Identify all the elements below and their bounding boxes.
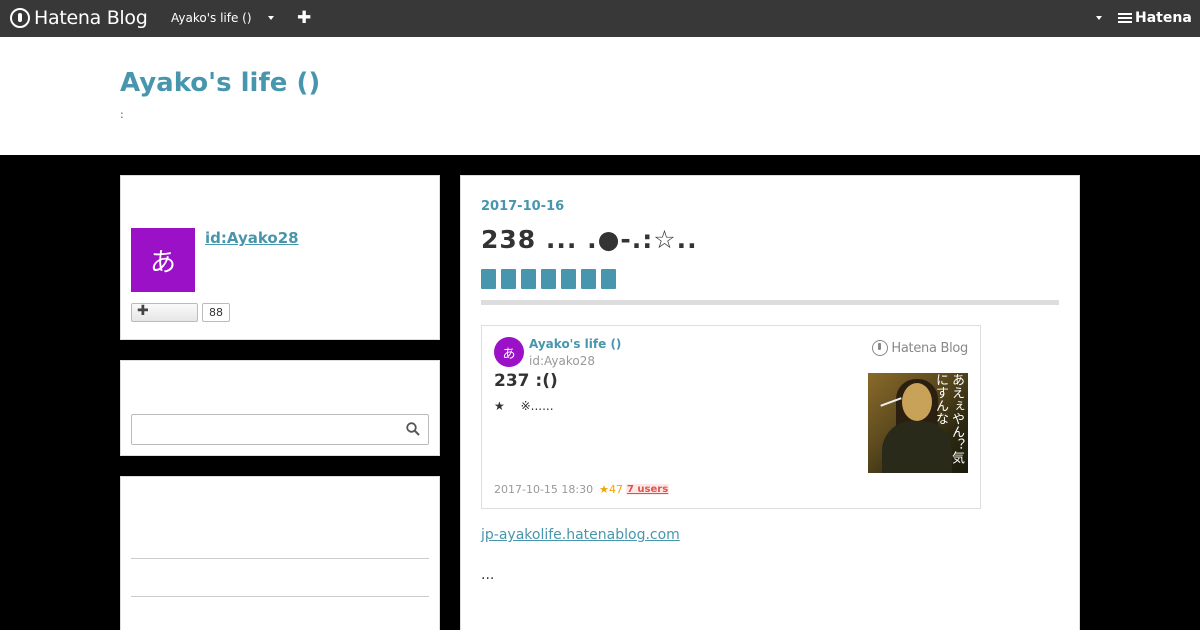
article-date[interactable]: 2017-10-16 — [481, 199, 564, 214]
divider — [481, 300, 1059, 305]
hatena-mark-icon — [1118, 13, 1132, 23]
thumbnail-face — [902, 383, 932, 421]
category-tag[interactable] — [541, 269, 556, 289]
hatena-blog-logo-text: Hatena Blog — [34, 7, 148, 29]
follower-count: 88 — [202, 303, 230, 322]
article-body: ... — [481, 567, 495, 583]
embed-card[interactable]: あ Ayako's life () id:Ayako28 Hatena Blog… — [481, 325, 981, 509]
hatena-logo[interactable]: Hatena — [1118, 10, 1192, 26]
search-icon[interactable] — [406, 422, 420, 436]
embed-user-id: id:Ayako28 — [529, 354, 595, 368]
article-categories — [481, 269, 621, 289]
blog-title-area: Ayako's life () : — [0, 37, 1200, 155]
category-tag[interactable] — [521, 269, 536, 289]
embed-star-count[interactable]: ★47 — [599, 483, 623, 496]
category-tag[interactable] — [481, 269, 496, 289]
embed-avatar: あ — [494, 337, 524, 367]
category-tag[interactable] — [561, 269, 576, 289]
category-tag[interactable] — [501, 269, 516, 289]
embed-thumbnail[interactable]: あえぇやん？気にすんな — [868, 373, 968, 473]
article-title[interactable]: 238 ... .●-.:☆.. — [481, 225, 698, 254]
plus-icon: ✚ — [137, 303, 149, 319]
new-post-icon[interactable]: ✚ — [297, 8, 311, 28]
hatena-blog-logo-icon — [10, 8, 30, 28]
blog-switcher[interactable]: Ayako's life () — [171, 11, 252, 25]
hatena-blog-logo[interactable]: Hatena Blog — [10, 7, 148, 29]
blog-title[interactable]: Ayako's life () — [120, 68, 320, 98]
category-tag[interactable] — [601, 269, 616, 289]
thumbnail-caption: あえぇやん？気にすんな — [933, 373, 964, 464]
embed-description: ★ ※...... — [494, 399, 554, 413]
embed-meta: 2017-10-15 18:30 ★47 7 users — [494, 483, 670, 496]
embed-brand-text: Hatena Blog — [891, 340, 968, 356]
avatar[interactable]: あ — [131, 228, 195, 292]
blog-description: : — [120, 108, 124, 121]
article-link[interactable]: jp-ayakolife.hatenablog.com — [481, 527, 680, 543]
embed-timestamp: 2017-10-15 18:30 — [494, 483, 594, 496]
search-module — [120, 360, 440, 456]
embed-blog-name[interactable]: Ayako's life () — [529, 337, 621, 351]
divider — [131, 596, 429, 597]
embed-bookmark-users[interactable]: 7 users — [625, 484, 670, 495]
links-module — [120, 476, 440, 630]
global-header: Hatena Blog Ayako's life () ✚ Hatena — [0, 0, 1200, 37]
search-input[interactable] — [131, 414, 429, 445]
profile-module: あ id:Ayako28 ✚ 88 — [120, 175, 440, 340]
embed-hatena-blog-logo: Hatena Blog — [872, 340, 968, 356]
embed-title[interactable]: 237 :() — [494, 371, 558, 391]
hatena-blog-logo-icon — [872, 340, 889, 356]
article: 2017-10-16 238 ... .●-.:☆.. あ Ayako's li… — [460, 175, 1080, 630]
divider — [131, 558, 429, 559]
follow-button[interactable]: ✚ — [131, 303, 198, 322]
chevron-down-icon[interactable] — [268, 16, 274, 20]
user-menu-chevron-down-icon[interactable] — [1096, 16, 1102, 20]
profile-user-id-link[interactable]: id:Ayako28 — [205, 229, 299, 247]
category-tag[interactable] — [581, 269, 596, 289]
hatena-logo-text: Hatena — [1135, 10, 1192, 26]
